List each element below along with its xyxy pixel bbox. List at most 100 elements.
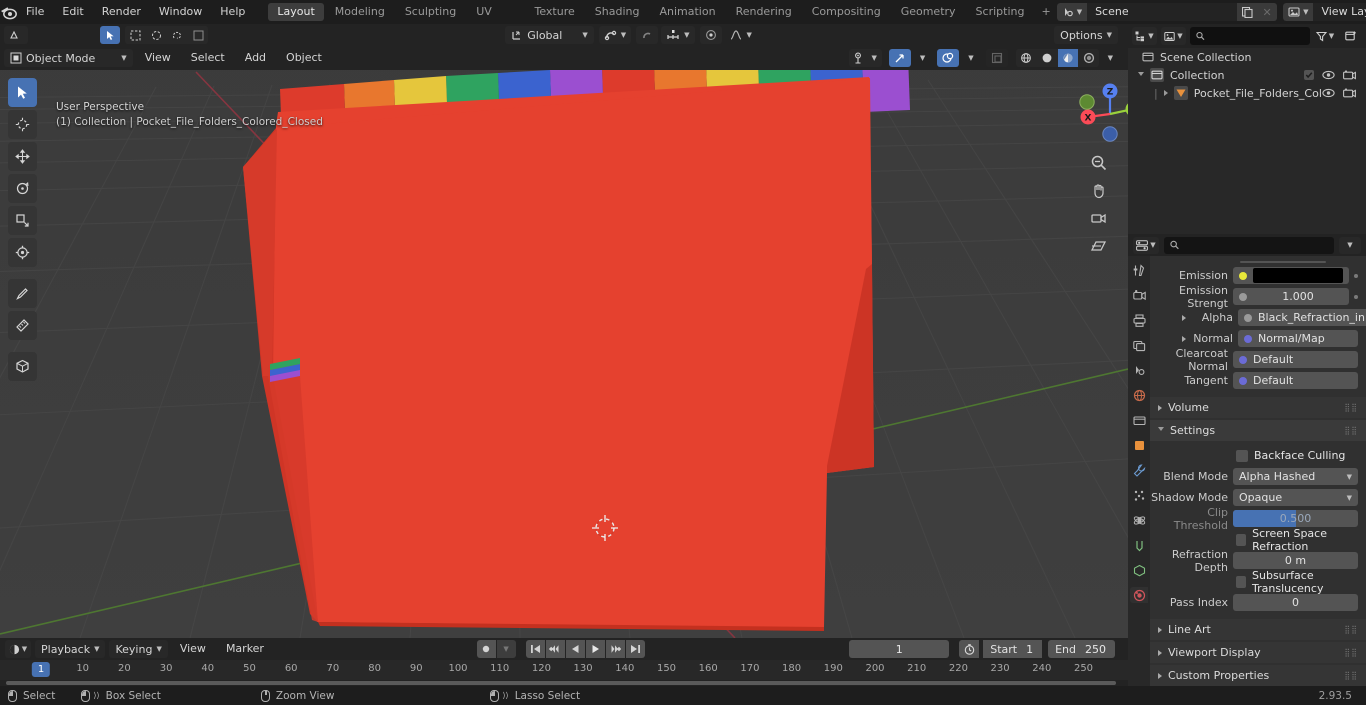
circle-select-icon[interactable] — [146, 26, 166, 44]
subsurface-translucency-checkbox[interactable] — [1236, 575, 1247, 588]
current-frame-field[interactable]: 1 — [849, 640, 950, 658]
navigation-gizmo[interactable]: Z Y X — [1061, 74, 1128, 148]
properties-editor-type-button[interactable]: ▼ — [1133, 236, 1159, 254]
chevron-down-icon[interactable]: ▼ — [920, 54, 925, 62]
keying-set-dropdown[interactable]: ▼ — [496, 640, 516, 658]
keying-menu[interactable]: Keying ▼ — [109, 640, 168, 658]
workspace-tab-modeling[interactable]: Modeling — [326, 3, 394, 21]
workspace-tab-texture-paint[interactable]: Texture Paint — [526, 3, 584, 36]
menu-window[interactable]: Window — [150, 0, 211, 24]
expand-icon[interactable] — [1158, 649, 1162, 656]
expand-icon[interactable] — [1182, 314, 1186, 321]
properties-tab-render[interactable] — [1130, 287, 1148, 303]
chevron-down-icon[interactable]: ▼ — [503, 645, 508, 653]
screen-space-refraction-checkbox[interactable] — [1236, 533, 1247, 546]
shading-material-preview-button[interactable] — [1057, 49, 1078, 67]
chevron-down-icon[interactable]: ▼ — [621, 31, 626, 39]
options-button[interactable]: Options ▼ — [1054, 26, 1118, 44]
viewport-menu-add[interactable]: Add — [237, 49, 274, 67]
panel-header-custom-properties[interactable]: Custom Properties ⣿⣿ — [1150, 665, 1366, 686]
jump-end-icon[interactable] — [625, 640, 645, 658]
expand-icon[interactable] — [1158, 672, 1162, 679]
shading-options[interactable]: ▼ — [1103, 49, 1118, 67]
editor-type-button[interactable] — [4, 26, 28, 44]
properties-editor[interactable]: ▼ ▼ Emission Emission Strengt 1.000 Alph… — [1128, 234, 1366, 686]
tweak-mode-icon[interactable] — [100, 26, 120, 44]
snap-toggle[interactable]: ▼ — [598, 26, 632, 44]
timeline-ruler[interactable]: 10 20 30 40 50 60 70 80 90 100 110 120 130 140 150 160 1… — [0, 660, 1128, 680]
setting-subsurface-translucency[interactable]: Subsurface Translucency — [1150, 569, 1366, 595]
zoom-icon[interactable] — [1084, 148, 1112, 176]
expand-collapse-icon[interactable] — [1163, 90, 1168, 96]
expand-collapse-icon[interactable] — [1138, 71, 1144, 79]
properties-tab-collection[interactable] — [1130, 412, 1148, 428]
overlays-toggle[interactable] — [937, 49, 960, 67]
outliner-display-mode-button[interactable]: ▼ — [1161, 27, 1186, 45]
chevron-down-icon[interactable]: ▼ — [1329, 32, 1334, 40]
properties-tab-particles[interactable] — [1130, 487, 1148, 503]
collection-checkbox[interactable] — [1304, 70, 1314, 80]
properties-tab-view-layer[interactable] — [1130, 337, 1148, 353]
workspace-tab-animation[interactable]: Animation — [650, 3, 724, 21]
properties-tab-output[interactable] — [1130, 312, 1148, 328]
camera-view-icon[interactable] — [1084, 204, 1112, 232]
tool-scale[interactable] — [8, 206, 37, 235]
animate-property-dot[interactable] — [1354, 294, 1358, 299]
start-frame-field[interactable]: Start 1 — [983, 640, 1043, 658]
playback-menu[interactable]: Playback ▼ — [35, 640, 106, 658]
menu-render[interactable]: Render — [93, 0, 150, 24]
timeline-menu-view[interactable]: View — [172, 640, 214, 658]
outliner-search-field[interactable] — [1209, 29, 1304, 43]
workspace-tab-rendering[interactable]: Rendering — [727, 3, 801, 21]
outliner-editor-type-button[interactable]: ▼ — [1132, 27, 1157, 45]
expand-icon[interactable] — [1182, 335, 1186, 342]
transform-orientation-selector[interactable]: Global ▼ — [505, 26, 594, 44]
chevron-down-icon[interactable]: ▼ — [684, 31, 689, 39]
tool-tweak-select[interactable] — [8, 78, 37, 107]
unlink-scene-button[interactable]: ✕ — [1257, 3, 1278, 21]
chevron-down-icon[interactable]: ▼ — [871, 54, 876, 62]
clearcoat-normal-link-field[interactable]: Default — [1233, 351, 1358, 368]
viewport-menu-object[interactable]: Object — [278, 49, 330, 67]
next-keyframe-icon[interactable] — [605, 640, 625, 658]
properties-tab-tool[interactable] — [1130, 262, 1148, 278]
workspace-tab-shading[interactable]: Shading — [586, 3, 649, 21]
extend-select-icon[interactable] — [188, 26, 208, 44]
expand-icon[interactable] — [1158, 404, 1162, 411]
animate-property-dot[interactable] — [1354, 273, 1358, 278]
panel-header-settings[interactable]: Settings ⣿⣿ — [1150, 420, 1366, 441]
viewlayer-icon[interactable]: ▼ — [1283, 3, 1314, 21]
blender-logo-icon[interactable] — [0, 0, 17, 24]
blend-mode-dropdown[interactable]: Alpha Hashed ▼ — [1233, 468, 1358, 485]
viewport-menu-select[interactable]: Select — [183, 49, 233, 67]
timeline-menu-marker[interactable]: Marker — [218, 640, 272, 658]
workspace-tab-sculpting[interactable]: Sculpting — [396, 3, 465, 21]
chevron-down-icon[interactable]: ▼ — [1108, 54, 1113, 62]
outliner-row-scene-collection[interactable]: Scene Collection — [1128, 48, 1366, 66]
chevron-down-icon[interactable]: ▼ — [747, 31, 752, 39]
workspace-tab-compositing[interactable]: Compositing — [803, 3, 890, 21]
alpha-link-field[interactable]: Black_Refraction_in... — [1238, 309, 1366, 326]
emission-color-field[interactable] — [1233, 267, 1349, 284]
new-scene-button[interactable] — [1237, 3, 1258, 21]
properties-tab-world[interactable] — [1130, 387, 1148, 403]
toggle-ortho-icon[interactable] — [1084, 232, 1112, 260]
workspace-tab-geometry-nodes[interactable]: Geometry Nodes — [892, 3, 965, 36]
pan-hand-icon[interactable] — [1084, 176, 1112, 204]
outliner-row-object[interactable]: | Pocket_File_Folders_Colo — [1128, 84, 1366, 102]
setting-backface-culling[interactable]: Backface Culling — [1150, 445, 1366, 466]
outliner-editor[interactable]: ▼ ▼ ▼ Scene Collection Collection | Pock… — [1128, 24, 1366, 234]
snap-target-selector[interactable]: ▼ — [661, 26, 695, 44]
viewlayer-name[interactable]: View Layer — [1313, 3, 1366, 21]
scene-selector[interactable]: ▼ Scene ✕ — [1056, 3, 1278, 21]
tool-rotate[interactable] — [8, 174, 37, 203]
lasso-select-icon[interactable] — [167, 26, 187, 44]
backface-culling-checkbox[interactable] — [1236, 449, 1248, 462]
workspace-tab-scripting[interactable]: Scripting — [967, 3, 1034, 21]
snap-magnet-group[interactable] — [636, 26, 659, 44]
panel-header-viewport-display[interactable]: Viewport Display ⣿⣿ — [1150, 642, 1366, 663]
new-collection-icon[interactable] — [1340, 27, 1362, 45]
timeline-editor-type-button[interactable]: ▼ — [5, 640, 31, 658]
chevron-down-icon[interactable]: ▼ — [968, 54, 973, 62]
shading-solid-button[interactable] — [1036, 49, 1057, 67]
